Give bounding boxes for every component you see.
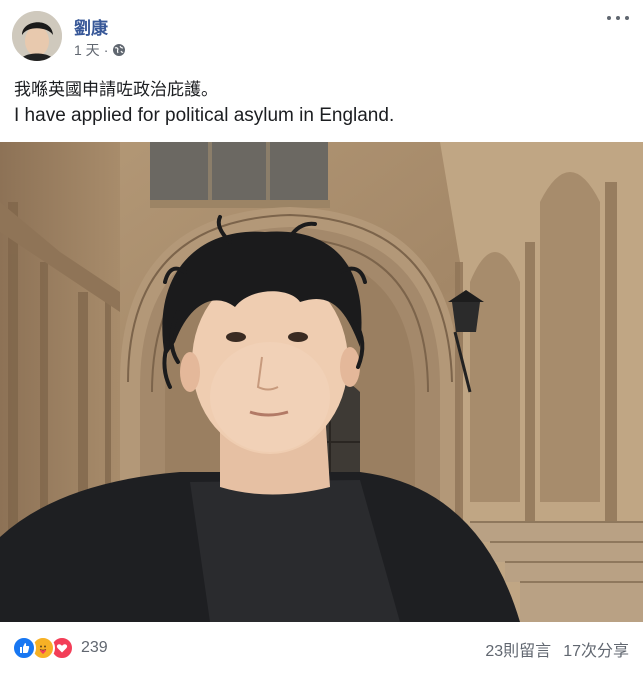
facebook-post: 劉康 1 天 · 我喺英國申請咗政治庇護。 I have applied for… <box>0 0 643 675</box>
author-name[interactable]: 劉康 <box>74 14 108 39</box>
like-icon <box>12 636 36 660</box>
globe-icon[interactable] <box>112 43 126 57</box>
post-text-english: I have applied for political asylum in E… <box>14 105 395 126</box>
engagement-stats: 23則留言 17次分享 <box>485 637 629 661</box>
more-options-icon[interactable] <box>607 11 629 25</box>
post-meta: 1 天 · <box>74 40 126 60</box>
reaction-count[interactable]: 239 <box>81 639 108 657</box>
meta-separator: · <box>103 42 109 58</box>
comment-count-link[interactable]: 23則留言 <box>485 637 551 661</box>
avatar[interactable] <box>12 11 62 61</box>
reactions-summary[interactable]: 239 <box>12 636 108 660</box>
share-count-link[interactable]: 17次分享 <box>563 637 629 661</box>
timestamp[interactable]: 1 天 <box>74 40 100 60</box>
post-text-chinese: 我喺英國申請咗政治庇護。 <box>14 80 218 99</box>
post-photo[interactable] <box>0 142 643 622</box>
